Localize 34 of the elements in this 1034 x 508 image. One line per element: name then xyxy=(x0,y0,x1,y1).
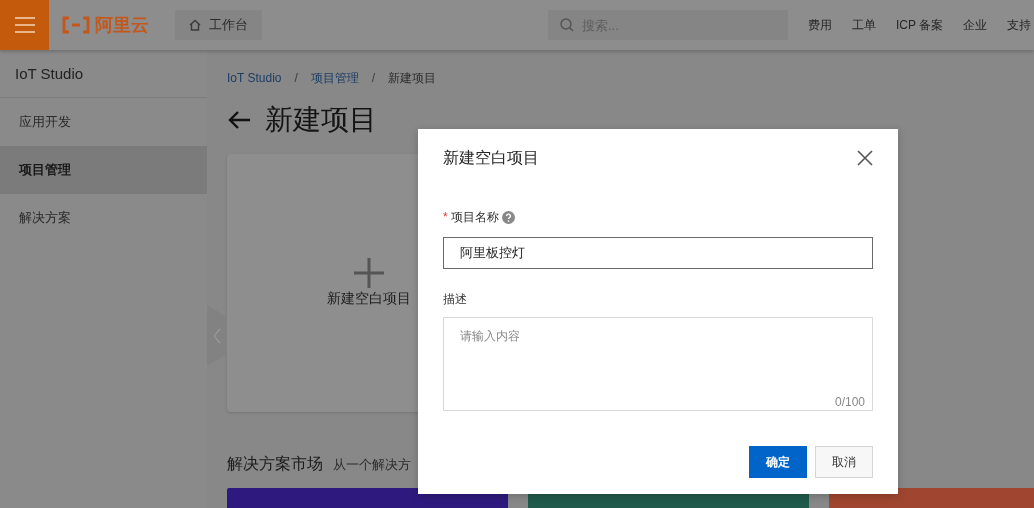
breadcrumb-link[interactable]: IoT Studio xyxy=(227,71,282,85)
back-arrow-icon xyxy=(227,110,251,130)
sidebar-item[interactable]: 应用开发 xyxy=(0,98,207,146)
required-mark: * xyxy=(443,210,448,224)
nav-link[interactable]: ICP 备案 xyxy=(886,16,954,34)
section-title: 解决方案市场 xyxy=(227,454,323,474)
nav-link[interactable]: 企业 xyxy=(953,16,998,34)
page-title: 新建项目 xyxy=(265,103,377,137)
breadcrumb-current: 新建项目 xyxy=(388,69,437,87)
cancel-button[interactable]: 取消 xyxy=(815,446,873,478)
field-label: 描述 xyxy=(443,290,467,308)
breadcrumb-link[interactable]: 项目管理 xyxy=(310,69,359,87)
nav-link[interactable]: 费用 xyxy=(798,16,842,34)
plus-icon xyxy=(353,258,384,288)
breadcrumb-separator: / xyxy=(371,71,376,85)
logo-icon xyxy=(61,16,91,34)
input-field[interactable]: 阿里板控灯 xyxy=(443,237,873,269)
sidebar-item[interactable]: 项目管理 xyxy=(0,146,207,194)
sidebar-item[interactable]: 解决方案 xyxy=(0,194,207,242)
breadcrumb-separator: / xyxy=(294,71,298,85)
workbench-button[interactable]: 工作台 xyxy=(175,10,262,40)
back-button[interactable] xyxy=(227,110,251,130)
confirm-button[interactable]: 确定 xyxy=(749,446,807,478)
search-icon xyxy=(560,18,574,32)
close-icon xyxy=(857,150,873,166)
close-button[interactable] xyxy=(857,150,873,166)
home-icon xyxy=(189,19,201,31)
logo-text: 阿里云 xyxy=(95,14,149,37)
help-icon[interactable] xyxy=(501,210,515,224)
nav-link[interactable]: 工单 xyxy=(842,16,886,34)
character-counter: 0/100 xyxy=(834,395,865,409)
field-label: 项目名称 xyxy=(450,208,499,226)
nav-link[interactable]: 支持 xyxy=(997,16,1034,34)
menu-icon xyxy=(14,17,35,33)
